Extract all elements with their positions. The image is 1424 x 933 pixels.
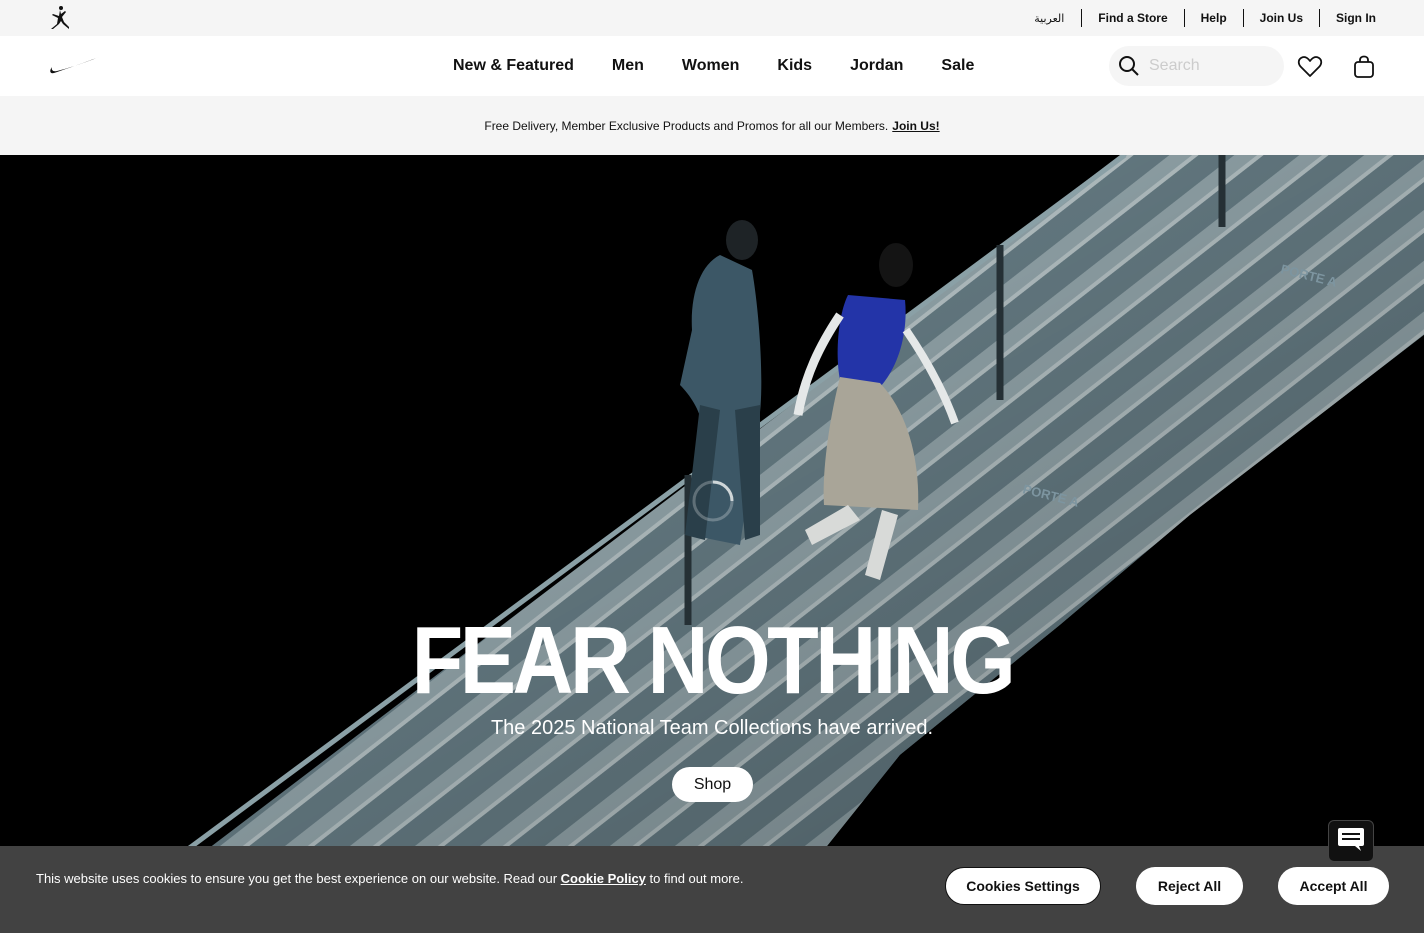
search-box[interactable]	[1109, 46, 1284, 86]
nike-swoosh-icon[interactable]	[48, 56, 100, 76]
bag-icon[interactable]	[1351, 54, 1377, 80]
nav-item-sale[interactable]: Sale	[941, 57, 974, 75]
nav-item-kids[interactable]: Kids	[777, 57, 812, 75]
utility-bar: العربية Find a Store Help Join Us Sign I…	[0, 0, 1424, 36]
main-navigation: New & Featured Men Women Kids Jordan Sal…	[0, 36, 1424, 96]
accept-all-button[interactable]: Accept All	[1278, 867, 1389, 905]
utility-links: العربية Find a Store Help Join Us Sign I…	[1018, 0, 1376, 36]
nav-item-women[interactable]: Women	[682, 57, 739, 75]
join-us-link[interactable]: Join Us	[1244, 11, 1319, 25]
promo-join-link[interactable]: Join Us!	[892, 119, 939, 133]
hero-subtitle: The 2025 National Team Collections have …	[490, 717, 934, 739]
help-link[interactable]: Help	[1185, 11, 1243, 25]
nav-item-jordan[interactable]: Jordan	[850, 57, 903, 75]
nav-item-new-featured[interactable]: New & Featured	[453, 57, 574, 75]
promo-banner: Free Delivery, Member Exclusive Products…	[0, 96, 1424, 155]
promo-text: Free Delivery, Member Exclusive Products…	[484, 118, 889, 133]
search-icon[interactable]	[1109, 46, 1149, 86]
cookie-policy-link[interactable]: Cookie Policy	[561, 871, 646, 886]
cookie-text-before: This website uses cookies to ensure you …	[36, 871, 558, 886]
jordan-jumpman-icon[interactable]	[47, 5, 73, 31]
chat-icon	[1337, 827, 1365, 856]
sign-in-link[interactable]: Sign In	[1320, 11, 1376, 25]
cookie-text: This website uses cookies to ensure you …	[36, 869, 756, 888]
nav-item-men[interactable]: Men	[612, 57, 644, 75]
cookie-text-after: to find out more.	[649, 871, 744, 886]
hero-banner[interactable]: PORTE A PORTE A FEAR NOTHING The 2025 Na…	[0, 155, 1424, 855]
hero-title: FEAR NOTHING	[411, 607, 1016, 714]
find-store-link[interactable]: Find a Store	[1082, 11, 1183, 25]
reject-all-button[interactable]: Reject All	[1136, 867, 1243, 905]
heart-icon[interactable]	[1297, 54, 1323, 80]
nav-menu: New & Featured Men Women Kids Jordan Sal…	[453, 36, 974, 96]
language-arabic-link[interactable]: العربية	[1018, 12, 1081, 25]
cookie-banner: This website uses cookies to ensure you …	[0, 846, 1424, 933]
shop-button[interactable]: Shop	[672, 767, 753, 802]
cookies-settings-button[interactable]: Cookies Settings	[945, 867, 1101, 905]
search-input[interactable]	[1149, 57, 1269, 75]
chat-button[interactable]	[1328, 820, 1374, 862]
loading-spinner-icon	[690, 478, 736, 524]
